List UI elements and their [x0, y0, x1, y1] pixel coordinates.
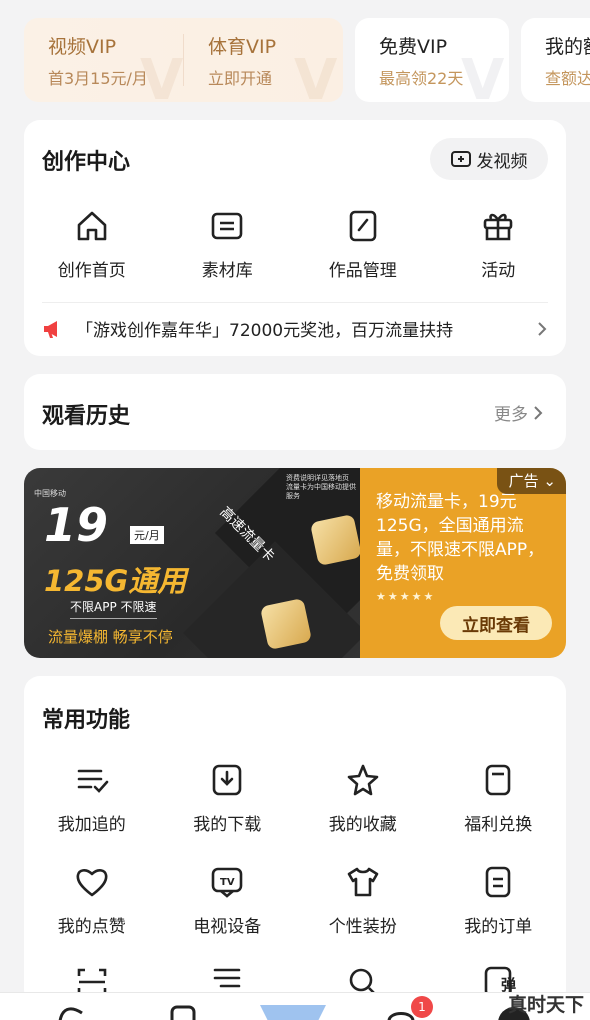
ad-text-panel: 移动流量卡，19元125G，全国通用流量，不限速不限APP，免费领取 ★★★★★…	[360, 468, 566, 658]
creation-icon-row: 创作首页 素材库 作品管理 活动	[24, 208, 566, 281]
upload-video-label: 发视频	[476, 151, 528, 172]
material-library-label: 素材库	[201, 261, 253, 281]
sim-chip-icon	[309, 513, 360, 567]
ad-description: 移动流量卡，19元125G，全国通用流量，不限速不限APP，免费领取	[376, 492, 545, 584]
ad-tag[interactable]: 广告 ⌄	[496, 468, 566, 494]
creation-home-label: 创作首页	[57, 261, 126, 281]
coupon-icon	[485, 764, 511, 796]
shirt-icon	[347, 867, 379, 897]
ad-headline: 125G通用	[44, 564, 187, 598]
rewards-item[interactable]: 福利兑换	[431, 762, 567, 835]
ad-fine-print: 资费说明详见落地页 流量卡为中国移动提供服务	[286, 474, 360, 501]
orders-label: 我的订单	[464, 917, 533, 937]
likes-label: 我的点赞	[57, 917, 126, 937]
bottom-nav-bar	[0, 992, 590, 1020]
video-vip-title: 视频VIP	[48, 36, 117, 58]
ad-tag-label: 广告	[508, 472, 539, 490]
sim-chip-icon	[259, 597, 313, 651]
ad-price: 19	[44, 498, 109, 552]
list-check-icon	[77, 769, 109, 793]
free-vip-sub: 最高领22天	[379, 69, 464, 88]
video-vip-sub: 首3月15元/月	[48, 69, 148, 88]
creation-promo-link[interactable]: 「游戏创作嘉年华」72000元奖池，百万流量扶持	[42, 302, 548, 354]
common-functions-card: 常用功能 我加追的 我的下载 我的收藏 福利兑换 我的点赞 TV 电视设备 个性…	[24, 676, 566, 1006]
my-quota-entry: 我的额 查额达	[521, 18, 590, 102]
free-vip-card[interactable]: V 免费VIP 最高领22天	[355, 18, 509, 102]
likes-item[interactable]: 我的点赞	[24, 864, 160, 937]
creation-promo-text: 「游戏创作嘉年华」72000元奖池，百万流量扶持	[76, 321, 454, 341]
common-functions-title: 常用功能	[42, 708, 131, 733]
following-label: 我加追的	[57, 815, 126, 835]
downloads-label: 我的下载	[193, 815, 262, 835]
folder-icon	[211, 212, 243, 240]
rewards-label: 福利兑换	[464, 815, 533, 835]
orders-item[interactable]: 我的订单	[431, 864, 567, 937]
dress-up-item[interactable]: 个性装扮	[295, 864, 431, 937]
video-add-icon	[450, 151, 471, 167]
ad-slogan: 流量爆棚 畅享不停	[48, 628, 173, 646]
history-more-label: 更多	[494, 405, 528, 425]
favorites-label: 我的收藏	[328, 815, 397, 835]
ad-banner[interactable]: 中国移动 资费说明详见落地页 流量卡为中国移动提供服务 高速流量卡 19 元/月…	[24, 468, 566, 658]
ad-rating-stars: ★★★★★	[376, 590, 436, 603]
material-library-item[interactable]: 素材库	[160, 208, 296, 281]
star-icon	[347, 764, 379, 796]
works-management-label: 作品管理	[328, 261, 397, 281]
megaphone-icon	[44, 320, 57, 338]
ad-subline: 不限APP 不限速	[70, 598, 157, 619]
free-vip-title: 免费VIP	[379, 36, 448, 58]
home-tab-icon[interactable]	[56, 1003, 88, 1020]
home-icon	[77, 211, 107, 241]
creation-center-title: 创作中心	[42, 150, 131, 175]
download-icon	[212, 764, 242, 796]
dress-up-label: 个性装扮	[328, 917, 397, 937]
tv-devices-item[interactable]: TV 电视设备	[160, 864, 296, 937]
shorts-tab-icon[interactable]	[170, 1005, 196, 1020]
ad-fine-line-1: 资费说明详见落地页	[286, 474, 349, 482]
heart-icon	[76, 869, 108, 897]
site-watermark: 真时天下	[507, 994, 584, 1016]
upload-video-button[interactable]: 发视频	[430, 138, 548, 180]
vip-main-card: V V 视频VIP 首3月15元/月 体育VIP 立即开通	[24, 18, 343, 102]
watch-history-title: 观看历史	[42, 404, 131, 429]
video-vip-entry[interactable]: 视频VIP 首3月15元/月	[24, 18, 183, 102]
activity-item[interactable]: 活动	[431, 208, 567, 281]
creation-center-card: 创作中心 发视频 创作首页 素材库 作品管理 活动 「游戏创作嘉年华」72000…	[24, 120, 566, 356]
watch-history-card[interactable]: 观看历史 更多	[24, 374, 566, 450]
free-vip-entry: 免费VIP 最高领22天	[355, 18, 509, 102]
tv-icon: TV	[211, 867, 243, 898]
sports-vip-title: 体育VIP	[208, 36, 277, 58]
favorites-item[interactable]: 我的收藏	[295, 762, 431, 835]
following-item[interactable]: 我加追的	[24, 762, 160, 835]
tv-devices-label: 电视设备	[193, 917, 262, 937]
svg-text:TV: TV	[220, 877, 235, 888]
works-management-item[interactable]: 作品管理	[295, 208, 431, 281]
history-more-link[interactable]: 更多	[494, 400, 544, 425]
activity-label: 活动	[481, 261, 516, 281]
my-quota-sub: 查额达	[545, 69, 590, 88]
common-row-2: 我的点赞 TV 电视设备 个性装扮 我的订单	[24, 864, 566, 937]
chevron-down-icon: ⌄	[543, 472, 556, 490]
sports-vip-entry[interactable]: 体育VIP 立即开通	[184, 18, 343, 102]
common-row-1: 我加追的 我的下载 我的收藏 福利兑换	[24, 762, 566, 835]
gift-icon	[483, 213, 513, 241]
ad-fine-line-2: 流量卡为中国移动提供服务	[286, 483, 356, 500]
creation-home-item[interactable]: 创作首页	[24, 208, 160, 281]
vip-strip: V V 视频VIP 首3月15元/月 体育VIP 立即开通 V 免费VIP 最高…	[24, 18, 590, 102]
chevron-right-icon	[534, 405, 543, 420]
notification-badge: 1	[411, 996, 433, 1018]
sports-vip-sub: 立即开通	[208, 69, 273, 88]
my-quota-title: 我的额	[545, 36, 590, 58]
order-icon	[485, 866, 511, 898]
edit-doc-icon	[349, 210, 377, 242]
my-quota-card[interactable]: 我的额 查额达	[521, 18, 590, 102]
chevron-right-icon	[538, 321, 547, 336]
vip-tab-icon[interactable]	[258, 1003, 328, 1020]
downloads-item[interactable]: 我的下载	[160, 762, 296, 835]
ad-price-unit: 元/月	[130, 526, 164, 544]
ad-image: 中国移动 资费说明详见落地页 流量卡为中国移动提供服务 高速流量卡 19 元/月…	[24, 468, 360, 658]
ad-view-button[interactable]: 立即查看	[440, 606, 552, 640]
